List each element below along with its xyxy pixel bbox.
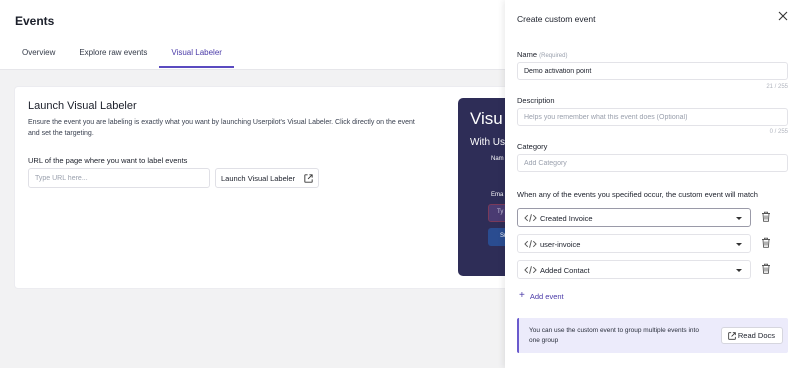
code-icon — [524, 266, 537, 274]
name-label: Name (Required) — [517, 50, 567, 59]
add-event-label: Add event — [529, 291, 564, 301]
card-description: Ensure the event you are labeling is exa… — [28, 119, 415, 137]
external-link-icon — [728, 332, 736, 340]
event-select-value: Added Contact — [540, 266, 590, 275]
illustration-label-name: Nam — [491, 156, 504, 162]
read-docs-button[interactable]: Read Docs — [721, 327, 783, 344]
illustration-heading: Visu — [470, 109, 503, 128]
tab-overview[interactable]: Overview — [10, 46, 67, 68]
name-label-text: Name — [517, 50, 538, 59]
event-select-2[interactable]: user-invoice — [517, 234, 751, 253]
description-counter: 0 / 255 — [769, 129, 788, 135]
code-icon — [524, 240, 537, 248]
chevron-down-icon — [736, 269, 742, 272]
page-title: Events — [15, 14, 55, 28]
create-custom-event-drawer: Create custom event Name (Required) 21 /… — [505, 0, 800, 368]
event-select-value: Created Invoice — [540, 214, 593, 223]
external-link-icon — [304, 174, 313, 183]
add-event-button[interactable]: + Add event — [519, 291, 564, 301]
drawer-title: Create custom event — [517, 14, 596, 24]
required-tag: (Required) — [539, 53, 568, 59]
event-select-value: user-invoice — [540, 240, 581, 249]
category-field[interactable] — [517, 154, 788, 172]
illustration-field-text: Ty — [497, 209, 504, 215]
trash-icon[interactable] — [761, 211, 771, 222]
trash-icon[interactable] — [761, 237, 771, 248]
tab-bar: Overview Explore raw events Visual Label… — [10, 46, 234, 68]
close-icon[interactable] — [778, 11, 788, 21]
trash-icon[interactable] — [761, 263, 771, 274]
launch-visual-labeler-button[interactable]: Launch Visual Labeler — [215, 168, 319, 188]
description-field[interactable] — [517, 108, 788, 126]
illustration-subheading: With Us — [470, 137, 505, 148]
name-field[interactable] — [517, 62, 788, 80]
url-input[interactable] — [28, 168, 210, 188]
launch-button-label: Launch Visual Labeler — [221, 173, 296, 183]
launch-visual-labeler-card: Launch Visual Labeler Ensure the event y… — [15, 87, 515, 288]
name-counter: 21 / 255 — [766, 84, 788, 90]
chevron-down-icon — [736, 243, 742, 246]
event-select-1[interactable]: Created Invoice — [517, 208, 751, 227]
chevron-down-icon — [736, 217, 742, 220]
info-text: You can use the custom event to group mu… — [529, 327, 699, 344]
code-icon — [524, 214, 537, 222]
tab-explore-raw-events[interactable]: Explore raw events — [67, 46, 159, 68]
description-label: Description — [517, 96, 555, 105]
category-label: Category — [517, 142, 548, 151]
plus-icon: + — [519, 290, 525, 301]
tab-visual-labeler[interactable]: Visual Labeler — [159, 46, 234, 68]
read-docs-label: Read Docs — [737, 331, 775, 340]
illustration-label-email: Ema — [491, 192, 504, 198]
info-callout: You can use the custom event to group mu… — [517, 318, 788, 353]
event-select-3[interactable]: Added Contact — [517, 260, 751, 279]
match-description: When any of the events you specified occ… — [517, 190, 758, 199]
url-label: URL of the page where you want to label … — [28, 156, 188, 165]
card-title: Launch Visual Labeler — [28, 100, 137, 112]
